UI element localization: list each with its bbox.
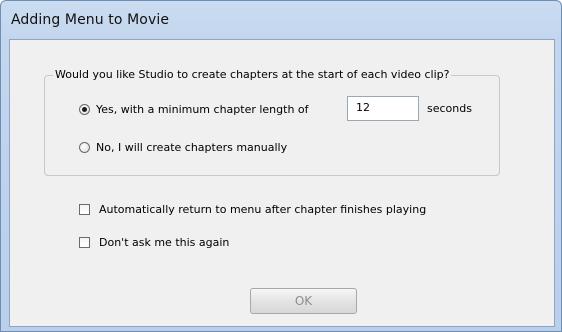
auto-return-option[interactable]: Automatically return to menu after chapt… bbox=[79, 203, 426, 216]
window-title: Adding Menu to Movie bbox=[11, 12, 170, 28]
dont-ask-option[interactable]: Don't ask me this again bbox=[79, 236, 229, 249]
radio-auto-chapters-indicator[interactable] bbox=[79, 104, 90, 115]
seconds-unit-label: seconds bbox=[427, 102, 472, 115]
dont-ask-label: Don't ask me this again bbox=[99, 236, 230, 249]
dialog-window: Adding Menu to Movie Would you like Stud… bbox=[0, 0, 562, 332]
radio-manual-chapters-indicator[interactable] bbox=[79, 142, 90, 153]
ok-button[interactable]: OK bbox=[250, 288, 357, 314]
dialog-body: Would you like Studio to create chapters… bbox=[9, 39, 555, 327]
radio-manual-chapters[interactable]: No, I will create chapters manually bbox=[79, 141, 287, 154]
auto-return-checkbox[interactable] bbox=[79, 204, 90, 215]
chapters-group-legend: Would you like Studio to create chapters… bbox=[53, 68, 452, 81]
auto-return-label: Automatically return to menu after chapt… bbox=[99, 203, 427, 216]
radio-auto-chapters-label: Yes, with a minimum chapter length of bbox=[96, 103, 309, 116]
dont-ask-checkbox[interactable] bbox=[79, 237, 90, 248]
radio-manual-chapters-label: No, I will create chapters manually bbox=[96, 141, 288, 154]
radio-auto-chapters[interactable]: Yes, with a minimum chapter length of bbox=[79, 103, 309, 116]
min-chapter-length-input[interactable]: 12 bbox=[347, 96, 419, 121]
title-bar[interactable]: Adding Menu to Movie bbox=[1, 1, 561, 39]
chapters-groupbox bbox=[44, 75, 500, 176]
